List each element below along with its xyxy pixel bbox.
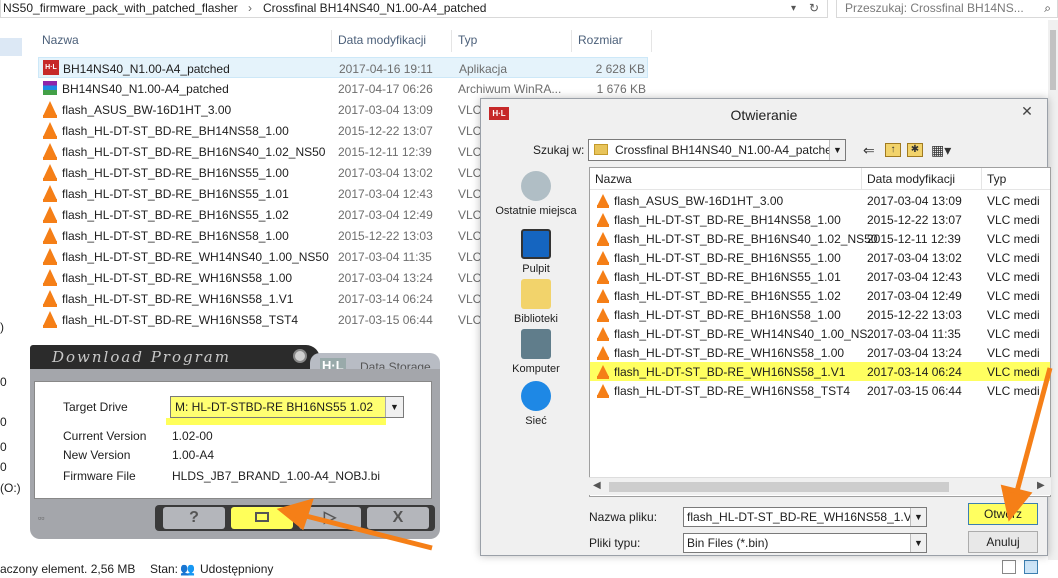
arrow-to-open-file-button	[301, 512, 433, 551]
arrow-head-icon	[276, 498, 314, 531]
arrow-to-open-button	[1013, 367, 1053, 496]
arrow-head-icon	[1000, 484, 1033, 522]
annotation-arrows	[276, 367, 1053, 551]
